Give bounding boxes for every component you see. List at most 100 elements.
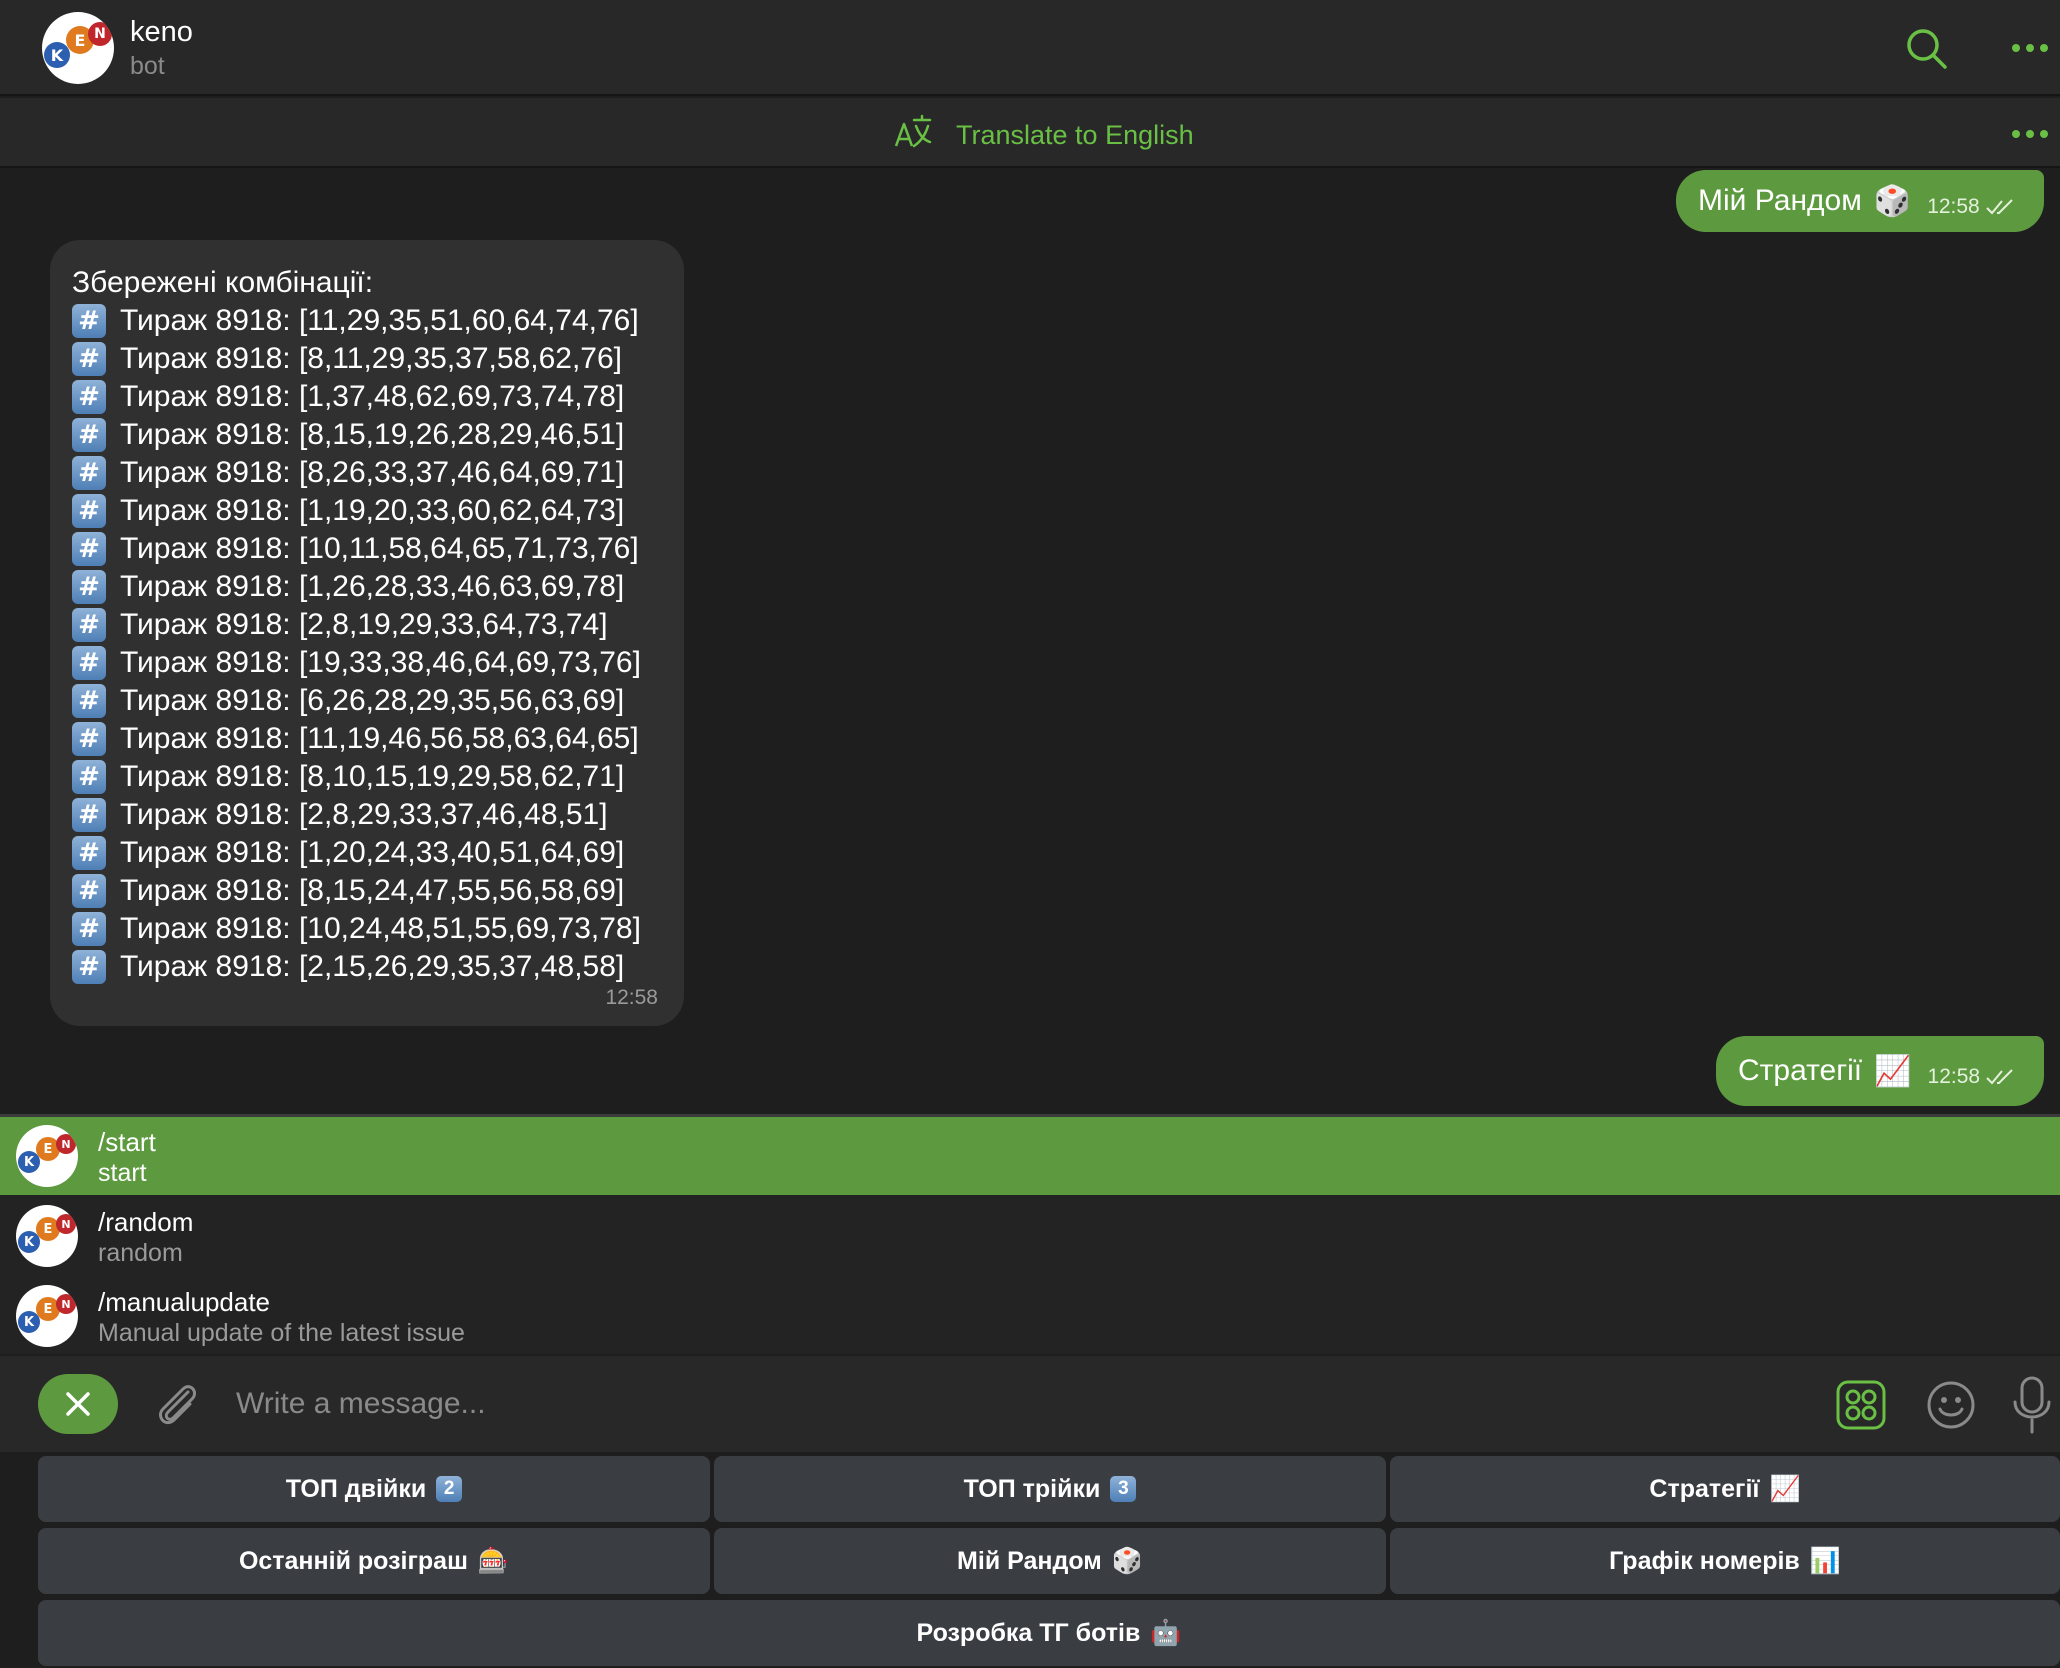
- keyboard-button-bot-development[interactable]: Розробка ТГ ботів 🤖: [38, 1600, 2060, 1666]
- hash-keycap-icon: #: [72, 684, 106, 718]
- search-icon[interactable]: [1904, 26, 1948, 70]
- slot-machine-icon: 🎰: [477, 1546, 510, 1575]
- outgoing-message[interactable]: Мій Рандом 🎲 12:58: [1676, 170, 2044, 232]
- combination-text: Тираж 8918: [1,19,20,33,60,62,64,73]: [120, 494, 625, 527]
- avatar-ball-n: N: [56, 1294, 76, 1314]
- combination-text: Тираж 8918: [11,19,46,56,58,63,64,65]: [120, 722, 639, 755]
- command-name: /start: [98, 1127, 156, 1157]
- hash-keycap-icon: #: [72, 456, 106, 490]
- combination-text: Тираж 8918: [8,26,33,37,46,64,69,71]: [120, 456, 625, 489]
- combination-text: Тираж 8918: [10,24,48,51,55,69,73,78]: [120, 912, 641, 945]
- translate-more-icon[interactable]: [2010, 122, 2054, 146]
- avatar-ball-k: K: [44, 42, 70, 68]
- button-label: Останній розіграш: [238, 1546, 468, 1575]
- message-time: 12:58: [1927, 195, 1980, 218]
- combination-row: # Тираж 8918: [11,19,46,56,58,63,64,65]: [72, 720, 662, 758]
- chat-title[interactable]: keno: [130, 16, 193, 49]
- combination-text: Тираж 8918: [1,20,24,33,40,51,64,69]: [120, 836, 625, 869]
- combination-text: Тираж 8918: [2,8,29,33,37,46,48,51]: [120, 798, 608, 831]
- hash-keycap-icon: #: [72, 722, 106, 756]
- keyboard-button-top-triples[interactable]: ТОП трійки 3: [714, 1456, 1386, 1522]
- bot-avatar[interactable]: K E N: [42, 12, 114, 84]
- keyboard-button-top-pairs[interactable]: ТОП двійки 2: [38, 1456, 710, 1522]
- combination-text: Тираж 8918: [2,15,26,29,35,37,48,58]: [120, 950, 625, 983]
- hash-keycap-icon: #: [72, 950, 106, 984]
- bot-avatar: K E N: [16, 1205, 78, 1267]
- hash-keycap-icon: #: [72, 912, 106, 946]
- bot-avatar: K E N: [16, 1125, 78, 1187]
- hash-keycap-icon: #: [72, 494, 106, 528]
- message-time: 12:58: [1927, 1065, 1981, 1088]
- combination-text: Тираж 8918: [8,11,29,35,37,58,62,76]: [120, 342, 623, 375]
- combination-text: Тираж 8918: [2,8,19,29,33,64,73,74]: [120, 608, 608, 641]
- keyboard-button-last-draw[interactable]: Останній розіграш 🎰: [38, 1528, 710, 1594]
- chart-emoji: 📈: [1874, 1054, 1912, 1088]
- avatar-ball-n: N: [56, 1214, 76, 1234]
- close-keyboard-button[interactable]: [38, 1374, 118, 1434]
- translate-button[interactable]: Translate to English: [956, 120, 1194, 151]
- command-item-start[interactable]: K E N /start start: [0, 1117, 2060, 1195]
- combination-row: # Тираж 8918: [11,29,35,51,60,64,74,76]: [72, 302, 662, 340]
- outgoing-message[interactable]: Стратегії 📈 12:58: [1716, 1036, 2045, 1106]
- read-checkmarks-icon: [1986, 199, 2013, 215]
- emoji-icon[interactable]: [1926, 1380, 1976, 1430]
- paperclip-icon[interactable]: [152, 1378, 202, 1432]
- robot-icon: 🤖: [1150, 1618, 1182, 1647]
- translate-bar: Translate to English: [0, 98, 2060, 168]
- translate-icon[interactable]: [892, 112, 934, 154]
- combination-text: Тираж 8918: [8,10,15,19,29,58,62,71]: [120, 760, 625, 793]
- microphone-icon[interactable]: [2010, 1376, 2054, 1434]
- saved-combinations-heading: Збережені комбінації:: [72, 266, 374, 299]
- button-label: Графік номерів: [1609, 1546, 1800, 1575]
- chat-messages[interactable]: Мій Рандом 🎲 12:58 Збережені комбінації:…: [0, 170, 2060, 1114]
- command-item-manualupdate[interactable]: K E N /manualupdate Manual update of the…: [0, 1277, 2060, 1355]
- chat-header: K E N keno bot: [0, 0, 2060, 96]
- hash-keycap-icon: #: [72, 418, 106, 452]
- combination-row: # Тираж 8918: [1,19,20,33,60,62,64,73]: [72, 492, 662, 530]
- more-options-icon[interactable]: [2010, 36, 2054, 60]
- bot-keyboard: ТОП двійки 2 ТОП трійки 3 Стратегії 📈 Ос…: [0, 1452, 2060, 1668]
- combination-text: Тираж 8918: [11,29,35,51,60,64,74,76]: [120, 304, 639, 337]
- keyboard-button-number-chart[interactable]: Графік номерів 📊: [1390, 1528, 2060, 1594]
- command-suggestions: K E N /start start K E N /random random …: [0, 1114, 2060, 1354]
- button-label: ТОП трійки: [963, 1474, 1101, 1503]
- command-name: /random: [98, 1207, 194, 1237]
- combination-text: Тираж 8918: [10,11,58,64,65,71,73,76]: [120, 532, 639, 565]
- keyboard-button-strategies[interactable]: Стратегії 📈: [1390, 1456, 2060, 1522]
- combination-row: # Тираж 8918: [8,15,24,47,55,56,58,69]: [72, 872, 662, 910]
- dice-emoji: 🎲: [1873, 184, 1912, 218]
- combination-row: # Тираж 8918: [8,26,33,37,46,64,69,71]: [72, 454, 662, 492]
- keycap-two-icon: 2: [436, 1476, 463, 1502]
- hash-keycap-icon: #: [72, 570, 106, 604]
- combination-list: # Тираж 8918: [11,29,35,51,60,64,74,76] # Т…: [72, 302, 662, 986]
- read-checkmarks-icon: [1986, 1069, 2013, 1085]
- button-label: Розробка ТГ ботів: [916, 1618, 1141, 1647]
- message-text: Стратегії: [1738, 1054, 1863, 1087]
- command-item-random[interactable]: K E N /random random: [0, 1197, 2060, 1275]
- bar-chart-icon: 📊: [1809, 1546, 1841, 1575]
- hash-keycap-icon: #: [72, 874, 106, 908]
- combination-row: # Тираж 8918: [6,26,28,29,35,56,63,69]: [72, 682, 662, 720]
- combination-row: # Тираж 8918: [8,15,19,26,28,29,46,51]: [72, 416, 662, 454]
- combination-row: # Тираж 8918: [1,20,24,33,40,51,64,69]: [72, 834, 662, 872]
- avatar-ball-n: N: [56, 1134, 76, 1154]
- chat-subtitle: bot: [130, 52, 165, 80]
- message-text: Мій Рандом: [1698, 184, 1862, 217]
- button-label: Стратегії: [1649, 1474, 1760, 1503]
- command-description: Manual update of the latest issue: [98, 1319, 465, 1347]
- message-input[interactable]: [236, 1376, 1796, 1432]
- combination-text: Тираж 8918: [8,15,19,26,28,29,46,51]: [120, 418, 625, 451]
- keyboard-button-my-random[interactable]: Мій Рандом 🎲: [714, 1528, 1386, 1594]
- dice-icon: 🎲: [1111, 1546, 1143, 1575]
- combination-text: Тираж 8918: [19,33,38,46,64,69,73,76]: [120, 646, 641, 679]
- incoming-message[interactable]: Збережені комбінації: # Тираж 8918: [11,2…: [50, 240, 684, 1026]
- hash-keycap-icon: #: [72, 836, 106, 870]
- combination-row: # Тираж 8918: [8,10,15,19,29,58,62,71]: [72, 758, 662, 796]
- bot-commands-icon[interactable]: [1836, 1380, 1886, 1430]
- bot-avatar: K E N: [16, 1285, 78, 1347]
- combination-row: # Тираж 8918: [1,26,28,33,46,63,69,78]: [72, 568, 662, 606]
- hash-keycap-icon: #: [72, 532, 106, 566]
- combination-text: Тираж 8918: [8,15,24,47,55,56,58,69]: [120, 874, 625, 907]
- hash-keycap-icon: #: [72, 342, 106, 376]
- hash-keycap-icon: #: [72, 380, 106, 414]
